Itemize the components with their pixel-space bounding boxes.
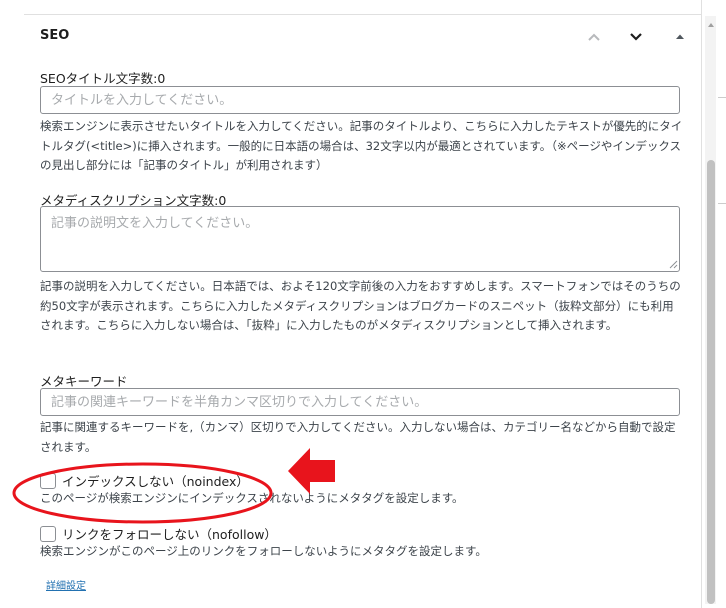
nofollow-help: 検索エンジンがこのページ上のリンクをフォローしないようにメタタグを設定します。 [40, 544, 487, 558]
panel-right-border [701, 0, 702, 608]
nofollow-checkbox[interactable] [40, 525, 56, 542]
move-up-button[interactable] [580, 22, 608, 52]
seo-title-input[interactable] [40, 86, 680, 114]
noindex-help: このページが検索エンジンにインデックスされないようにメタタグを設定します。 [40, 491, 464, 505]
move-down-button[interactable] [622, 22, 650, 52]
chevron-up-icon [588, 33, 600, 41]
meta-keywords-input[interactable] [40, 388, 680, 416]
nofollow-label[interactable]: リンクをフォローしない（nofollow） [62, 524, 277, 543]
panel-top-divider [24, 14, 702, 15]
outer-ui-divider [718, 97, 726, 98]
noindex-row: インデックスしない（noindex） [40, 471, 249, 490]
resize-grip-icon[interactable] [668, 259, 678, 269]
noindex-label[interactable]: インデックスしない（noindex） [62, 471, 249, 490]
noindex-checkbox[interactable] [40, 472, 56, 489]
meta-keywords-help: 記事に関連するキーワードを,（カンマ）区切りで入力してください。入力しない場合は… [40, 420, 676, 454]
triangle-up-icon [676, 34, 684, 39]
meta-description-help: 記事の説明を入力してください。日本語では、およそ120文字前後の入力をおすすめし… [40, 279, 681, 332]
chevron-down-icon [630, 33, 642, 41]
scrollbar-thumb[interactable] [707, 160, 715, 604]
meta-description-textarea[interactable] [40, 206, 680, 272]
nofollow-row: リンクをフォローしない（nofollow） [40, 524, 277, 543]
details-link[interactable]: 詳細設定 [46, 577, 86, 592]
seo-title-label: SEOタイトル文字数:0 [40, 71, 166, 86]
seo-title-help: 検索エンジンに表示させたいタイトルを入力してください。記事のタイトルより、こちら… [40, 119, 683, 172]
panel-title: SEO [40, 28, 70, 43]
scroll-up-arrow-icon[interactable] [706, 20, 716, 30]
outer-ui-divider [718, 203, 726, 204]
collapse-panel-button[interactable] [666, 22, 694, 52]
seo-panel-header: SEO [24, 22, 700, 52]
